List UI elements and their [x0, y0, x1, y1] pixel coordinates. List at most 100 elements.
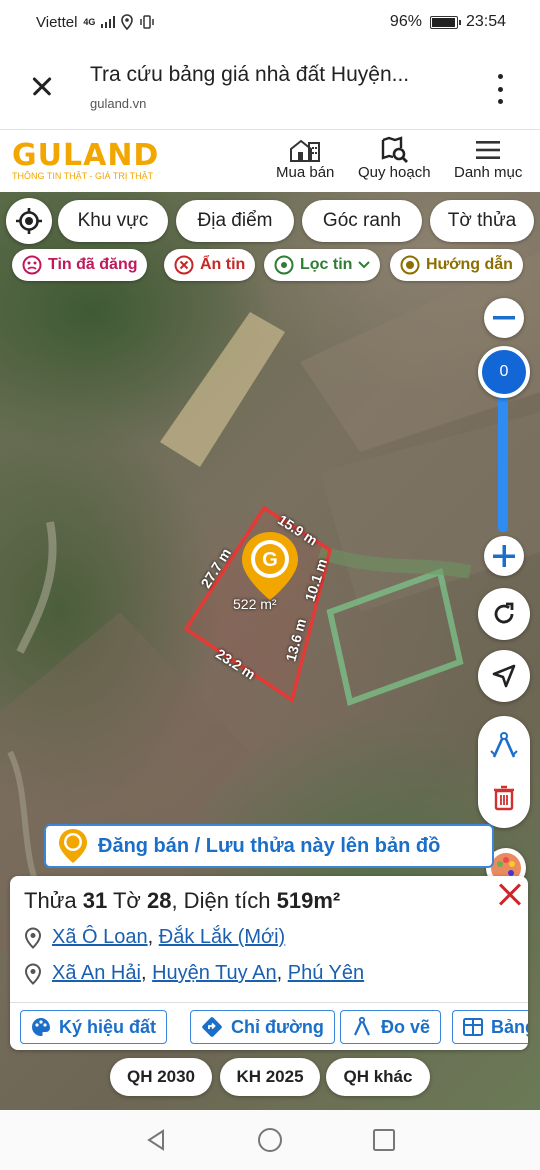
status-bar: Viettel 4G 96% 23:54	[0, 0, 540, 44]
logo-wordmark: GULAND	[12, 138, 160, 173]
battery-percent: 96%	[389, 13, 422, 30]
parcel-summary: Thửa 31 Tờ 28, Diện tích 519m²	[24, 888, 340, 914]
filter-dia-diem[interactable]: Địa điểm	[176, 200, 294, 242]
nav-quy-hoach[interactable]: Quy hoạch	[358, 136, 431, 181]
compass-measure-icon	[354, 1016, 370, 1036]
plus-icon	[493, 545, 515, 567]
menu-icon	[476, 141, 501, 159]
refresh-icon	[494, 602, 514, 624]
measure-button[interactable]	[478, 722, 530, 770]
nav-label: Quy hoạch	[358, 164, 431, 181]
back-icon[interactable]	[144, 1128, 168, 1152]
page-url: guland.vn	[90, 96, 147, 111]
recents-icon[interactable]	[372, 1128, 396, 1152]
chip-label: Hướng dẫn	[426, 256, 513, 273]
marker-letter: G	[262, 549, 278, 571]
tool-label: Bảng	[491, 1016, 528, 1037]
action-label: Đăng bán / Lưu thửa này lên bản đồ	[98, 834, 441, 857]
filter-to-thua[interactable]: Tờ thửa	[430, 200, 534, 242]
navigate-button[interactable]	[478, 650, 530, 702]
battery-fill	[431, 17, 455, 27]
nav-mua-ban[interactable]: Mua bán	[276, 136, 334, 181]
zoom-in-button[interactable]	[484, 536, 524, 576]
filter-loc-tin[interactable]: Lọc tin	[264, 249, 381, 281]
home-icon[interactable]	[257, 1127, 283, 1153]
parcel-number: 31	[82, 888, 108, 913]
parcel-info-card: Thửa 31 Tờ 28, Diện tích 519m² Xã Ô Loan…	[10, 876, 528, 1050]
table-button[interactable]: Bảng	[452, 1010, 528, 1044]
refresh-button[interactable]	[478, 588, 530, 640]
chip-label: Lọc tin	[300, 256, 353, 273]
parcel-area: 519m²	[276, 888, 341, 913]
building-icon	[290, 139, 321, 162]
close-icon[interactable]	[22, 66, 62, 106]
divider	[10, 1002, 528, 1003]
separator: ,	[147, 926, 154, 948]
locate-me-button[interactable]	[6, 198, 52, 244]
filter-tin-da-dang[interactable]: Tin đã đăng	[12, 249, 148, 281]
filter-an-tin[interactable]: Ẩn tin	[164, 249, 256, 281]
tool-label: Đo vẽ	[381, 1016, 431, 1037]
guland-logo[interactable]: GULAND THÔNG TIN THẬT - GIÁ TRỊ THẬT	[12, 138, 159, 181]
filter-khu-vuc[interactable]: Khu vực	[58, 200, 168, 242]
location-icon	[121, 14, 134, 30]
location-pin-icon	[24, 962, 42, 985]
zoom-slider-handle[interactable]: 0	[478, 346, 530, 398]
parcel-label: Thửa	[24, 888, 77, 913]
separator: ,	[276, 962, 283, 984]
plan-kh-2025[interactable]: KH 2025	[220, 1058, 320, 1096]
chevron-down-icon	[358, 261, 371, 269]
close-icon[interactable]	[494, 880, 524, 910]
marker-pin-icon: G	[242, 532, 298, 600]
table-icon	[463, 1018, 483, 1036]
status-left: Viettel 4G	[36, 14, 155, 31]
carrier-name: Viettel	[36, 13, 78, 31]
plan-qh-2030[interactable]: QH 2030	[110, 1058, 212, 1096]
location-pin-icon	[24, 926, 42, 949]
play-circle-icon	[400, 255, 420, 275]
address-new: Xã Ô Loan, Đắk Lắk (Mới)	[24, 926, 285, 949]
measure-draw-button[interactable]: Đo vẽ	[340, 1010, 442, 1044]
directions-icon	[202, 1017, 222, 1037]
nav-label: Mua bán	[276, 164, 335, 181]
browser-toolbar: Tra cứu bảng giá nhà đất Huyện... guland…	[0, 44, 540, 130]
clock: 23:54	[465, 13, 506, 30]
filter-huong-dan[interactable]: Hướng dẫn	[390, 249, 523, 281]
palette-icon	[32, 1018, 50, 1036]
nav-label: Danh mục	[454, 164, 523, 181]
navigation-arrow-icon	[492, 664, 516, 688]
address-old: Xã An Hải, Huyện Tuy An, Phú Yên	[24, 962, 364, 985]
commune-link[interactable]: Xã Ô Loan	[52, 926, 148, 948]
location-pin-icon	[274, 255, 294, 275]
area-label: , Diện tích	[171, 888, 271, 913]
chip-label: Tin đã đăng	[48, 256, 138, 273]
plan-qh-khac[interactable]: QH khác	[326, 1058, 430, 1096]
nav-danh-muc[interactable]: Danh mục	[454, 136, 522, 181]
district-link[interactable]: Huyện Tuy An	[152, 962, 277, 984]
province-link[interactable]: Đắk Lắk (Mới)	[159, 926, 285, 948]
parcel-area-label: 522 m²	[233, 596, 277, 612]
page-title: Tra cứu bảng giá nhà đất Huyện...	[90, 63, 410, 86]
signal-icon	[101, 16, 116, 28]
minus-icon	[493, 316, 515, 320]
post-save-parcel-button[interactable]: Đăng bán / Lưu thửa này lên bản đồ	[44, 824, 494, 868]
face-icon	[22, 255, 42, 275]
filter-goc-ranh[interactable]: Góc ranh	[302, 200, 422, 242]
logo-tagline: THÔNG TIN THẬT - GIÁ TRỊ THẬT	[12, 171, 154, 181]
circle-x-icon	[174, 255, 194, 275]
sheet-label: Tờ	[112, 888, 141, 913]
guland-pin-icon	[59, 829, 87, 863]
commune-link[interactable]: Xã An Hải	[52, 962, 141, 984]
delete-drawing-button[interactable]	[478, 774, 530, 822]
tool-label: Ký hiệu đất	[59, 1016, 157, 1037]
more-options-icon[interactable]	[490, 74, 510, 104]
separator: ,	[140, 962, 147, 984]
zoom-out-button[interactable]	[484, 298, 524, 338]
network-type: 4G	[83, 17, 96, 27]
province-link[interactable]: Phú Yên	[288, 962, 364, 984]
crosshair-icon	[16, 208, 42, 234]
draw-tools-panel	[478, 716, 530, 828]
directions-button[interactable]: Chỉ đường	[190, 1010, 335, 1044]
land-symbol-button[interactable]: Ký hiệu đất	[20, 1010, 168, 1044]
site-header: GULAND THÔNG TIN THẬT - GIÁ TRỊ THẬT Mua…	[0, 130, 540, 192]
